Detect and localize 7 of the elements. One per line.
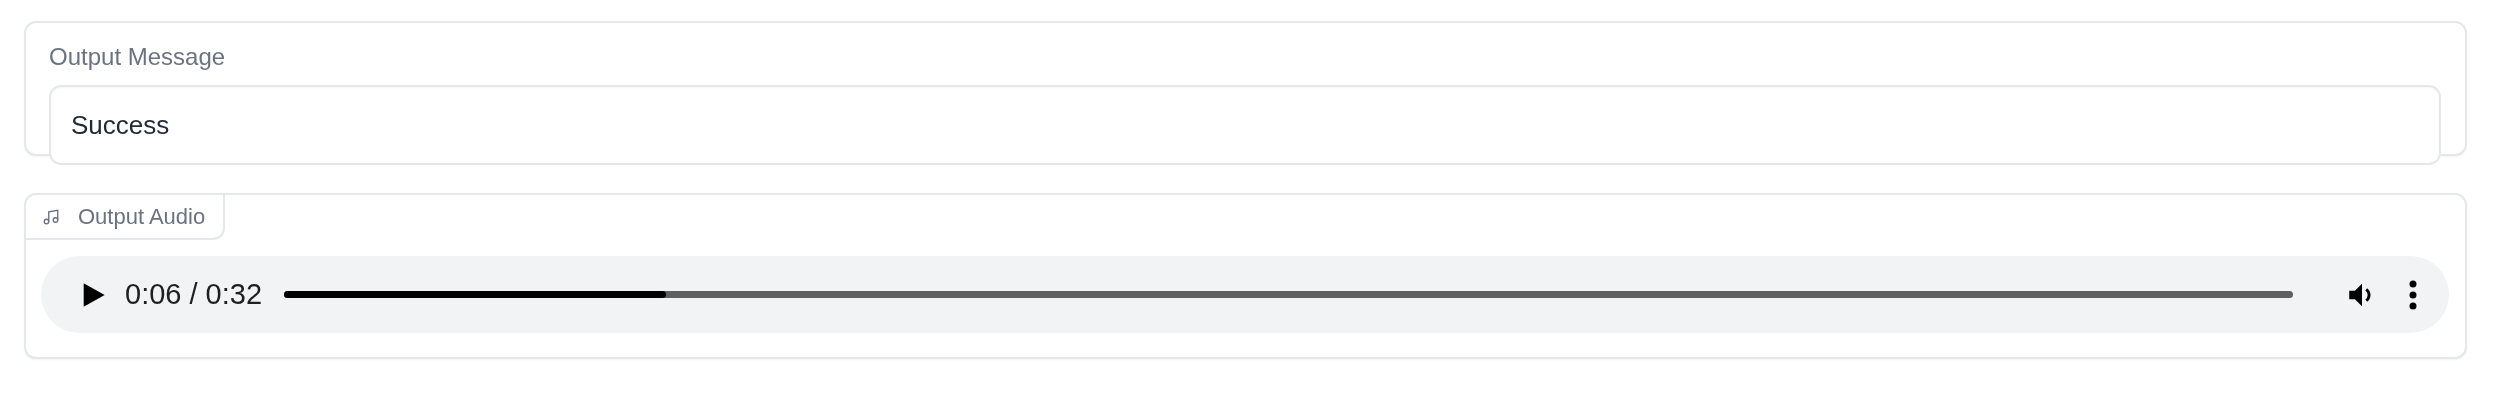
panel-label: Output Audio [78,203,206,230]
field-label: Output Message [49,43,227,71]
music-note-icon [42,207,60,226]
more-options-icon[interactable] [2407,278,2419,311]
output-message-field[interactable]: Success [49,85,2441,165]
seek-bar[interactable] [284,291,2293,298]
time-display: 0:06 / 0:32 [125,278,263,311]
